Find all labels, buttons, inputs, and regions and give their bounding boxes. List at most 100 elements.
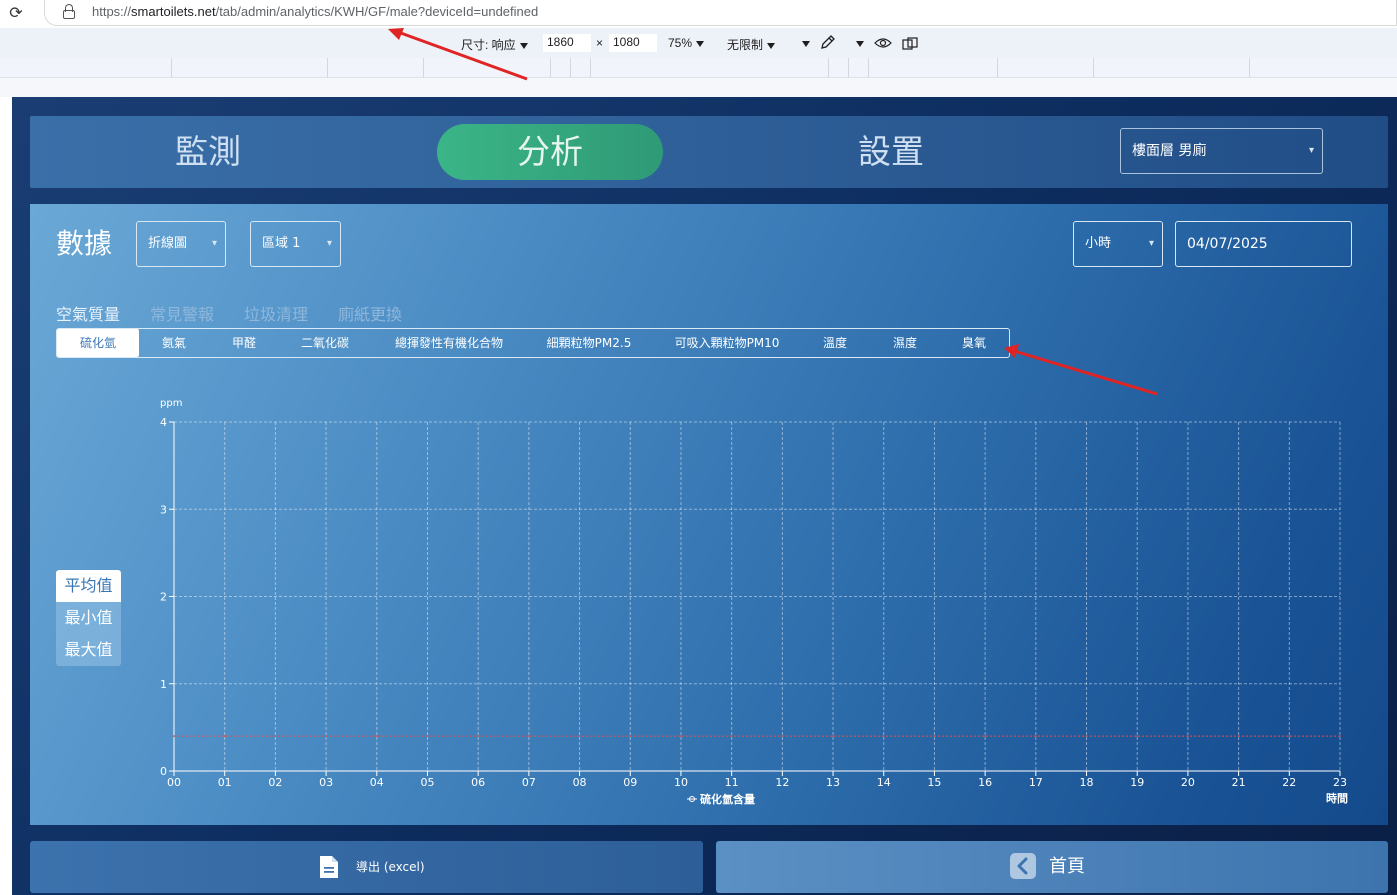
- line-chart: 0 1 2 3 4 00 01 02 03 04 05 06 07 08 09 10 11 12 13 14 15 16 1…: [126, 390, 1388, 820]
- data-point: [1237, 735, 1240, 737]
- url-path: /tab/admin/analytics/KWH/GF/male?deviceI…: [215, 4, 539, 19]
- data-point: [223, 735, 226, 737]
- rotate-icon[interactable]: [901, 36, 919, 53]
- pill-tvoc[interactable]: 總揮發性有機化合物: [387, 329, 511, 357]
- top-navigation: 監測 分析 設置 樓面層 男廁 ▾: [30, 116, 1388, 188]
- throttle-select[interactable]: 无限制: [727, 36, 776, 53]
- ruler-tick: [1249, 58, 1250, 77]
- ruler-tick: [570, 58, 571, 77]
- data-point: [730, 735, 733, 737]
- x-tick-label: 11: [725, 776, 739, 789]
- pill-ozone[interactable]: 臭氧: [952, 329, 996, 357]
- date-input[interactable]: 04/07/2025: [1175, 221, 1352, 267]
- category-alerts[interactable]: 常見警報: [150, 305, 214, 324]
- stat-max[interactable]: 最大值: [56, 634, 121, 666]
- vision-dropdown[interactable]: [852, 36, 864, 50]
- x-tick-label: 13: [826, 776, 840, 789]
- x-tick-label: 05: [420, 776, 434, 789]
- eyedropper-icon[interactable]: [820, 34, 836, 53]
- data-point: [832, 735, 834, 737]
- stat-average[interactable]: 平均值: [56, 570, 121, 602]
- dimension-select[interactable]: 尺寸: 响应: [461, 36, 528, 53]
- x-tick-label: 09: [623, 776, 637, 789]
- data-point: [984, 735, 986, 737]
- url-box[interactable]: https://smartoilets.net/tab/admin/analyt…: [44, 0, 1397, 26]
- data-point: [1339, 735, 1341, 737]
- home-button[interactable]: 首頁: [716, 841, 1388, 893]
- y-tick-label: 1: [160, 678, 167, 691]
- chevron-down-icon: ▾: [1148, 238, 1154, 249]
- tab-analytics[interactable]: 分析: [437, 124, 663, 180]
- x-tick-label: 12: [775, 776, 789, 789]
- pill-formaldehyde[interactable]: 甲醛: [213, 329, 275, 357]
- ruler-tick: [171, 58, 172, 77]
- pill-ammonia[interactable]: 氨氣: [143, 329, 205, 357]
- chevron-down-icon: ▾: [211, 238, 217, 249]
- viewport-gap: [0, 78, 1397, 97]
- width-input[interactable]: 1860: [543, 34, 591, 52]
- data-point: [1035, 735, 1037, 737]
- dropdown-arrow-icon: [696, 40, 705, 47]
- pill-humidity[interactable]: 濕度: [883, 329, 927, 357]
- export-label: 導出 (excel): [356, 860, 425, 874]
- category-tabs: 空氣質量 常見警報 垃圾清理 廁紙更換: [56, 301, 432, 325]
- category-toilet-paper[interactable]: 廁紙更換: [338, 305, 402, 324]
- data-point: [325, 735, 327, 737]
- x-tick-label: 21: [1232, 776, 1246, 789]
- tab-monitor[interactable]: 監測: [143, 124, 273, 180]
- url-host: smartoilets.net: [131, 4, 216, 19]
- pill-pm25[interactable]: 細顆粒物PM2.5: [537, 329, 641, 357]
- pill-co2[interactable]: 二氧化碳: [285, 329, 365, 357]
- location-select[interactable]: 樓面層 男廁 ▾: [1120, 128, 1323, 174]
- ruler-tick: [590, 58, 591, 77]
- category-garbage[interactable]: 垃圾清理: [244, 305, 308, 324]
- pill-pm10[interactable]: 可吸入顆粒物PM10: [667, 329, 787, 357]
- y-axis-label: ppm: [160, 398, 182, 409]
- devtools-ruler: [0, 58, 1397, 78]
- interval-select[interactable]: 小時 ▾: [1073, 221, 1163, 267]
- height-input[interactable]: 1080: [609, 34, 657, 52]
- dropdown-arrow-icon: [767, 42, 776, 49]
- data-point: [933, 735, 936, 737]
- export-button[interactable]: 導出 (excel): [30, 841, 703, 893]
- pill-temperature[interactable]: 溫度: [813, 329, 857, 357]
- zone-select[interactable]: 區域 1 ▾: [250, 221, 341, 267]
- ruler-tick: [423, 58, 424, 77]
- times-symbol: ×: [596, 36, 604, 50]
- chevron-down-icon: ▾: [1308, 145, 1314, 156]
- pill-h2s[interactable]: 硫化氫: [57, 329, 139, 357]
- ruler-tick: [1093, 58, 1094, 77]
- x-tick-label: 04: [370, 776, 384, 789]
- x-tick-label: 14: [877, 776, 891, 789]
- ruler-tick: [550, 58, 551, 77]
- y-tick-label: 0: [160, 765, 167, 778]
- data-point: [1136, 735, 1139, 737]
- ruler-tick: [828, 58, 829, 77]
- ruler-tick: [848, 58, 849, 77]
- data-point: [426, 735, 429, 737]
- tab-settings[interactable]: 設置: [826, 124, 956, 180]
- x-tick-label: 22: [1282, 776, 1296, 789]
- data-point: [882, 735, 885, 737]
- more-options-dropdown[interactable]: [798, 36, 810, 50]
- lock-icon[interactable]: [63, 4, 75, 19]
- data-point: [375, 735, 378, 737]
- y-tick-label: 4: [160, 416, 167, 429]
- x-tick-label: 18: [1080, 776, 1094, 789]
- data-point: [629, 735, 632, 737]
- stat-min[interactable]: 最小值: [56, 602, 121, 634]
- url-text[interactable]: https://smartoilets.net/tab/admin/analyt…: [92, 4, 538, 19]
- throttle-label: 无限制: [727, 38, 764, 52]
- ruler-tick: [327, 58, 328, 77]
- x-tick-label: 20: [1181, 776, 1195, 789]
- reload-icon[interactable]: ⟳: [6, 3, 26, 23]
- chart-type-select[interactable]: 折線圖 ▾: [136, 221, 226, 267]
- url-prefix: https://: [92, 4, 132, 19]
- x-tick-label: 01: [218, 776, 232, 789]
- zoom-select[interactable]: 75%: [668, 36, 705, 50]
- x-tick-label: 17: [1029, 776, 1043, 789]
- category-air-quality[interactable]: 空氣質量: [56, 305, 120, 324]
- data-point: [1288, 735, 1291, 737]
- legend-label: 硫化氫含量: [700, 792, 755, 806]
- eye-icon[interactable]: [874, 36, 892, 53]
